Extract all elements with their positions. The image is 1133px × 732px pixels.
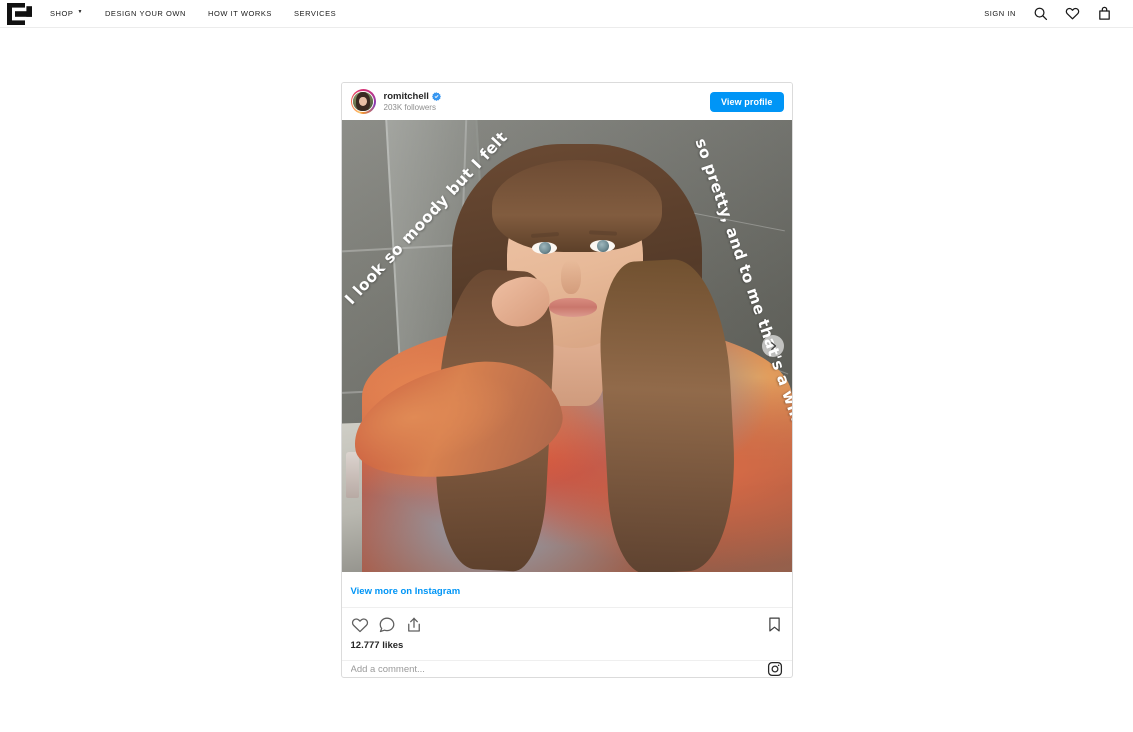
embed-media[interactable]: I look so moody but I felt so pretty, an…	[341, 120, 792, 572]
header-utility-nav: SIGN IN	[984, 6, 1112, 21]
add-comment-input[interactable]	[350, 663, 767, 675]
lips	[548, 298, 597, 317]
page-body: romitchell 203K followers View profile I…	[0, 28, 1133, 731]
embed-actions-left	[351, 616, 766, 634]
account-username[interactable]: romitchell	[384, 91, 429, 102]
bookmark-icon[interactable]	[766, 616, 783, 633]
site-header: SHOP ▼ DESIGN YOUR OWN HOW IT WORKS SERV…	[0, 0, 1133, 28]
primary-navigation: SHOP ▼ DESIGN YOUR OWN HOW IT WORKS SERV…	[50, 9, 984, 18]
search-icon[interactable]	[1033, 6, 1048, 21]
embed-header: romitchell 203K followers View profile	[341, 83, 792, 120]
nav-item-design-your-own[interactable]: DESIGN YOUR OWN	[105, 9, 186, 18]
hair-strand-right	[595, 256, 740, 572]
avatar-image	[352, 90, 374, 113]
embed-account-info: romitchell 203K followers	[384, 91, 710, 113]
nose	[560, 260, 581, 294]
nav-item-shop-label: SHOP	[50, 9, 74, 18]
carousel-next-button[interactable]	[761, 335, 784, 357]
nav-item-services-label: SERVICES	[293, 9, 337, 18]
nav-item-services[interactable]: SERVICES	[294, 9, 336, 18]
view-profile-button[interactable]: View profile	[709, 91, 784, 112]
avatar-face	[359, 96, 367, 106]
verified-badge-icon	[431, 91, 441, 101]
photo-subject	[342, 120, 792, 572]
sign-in-link[interactable]: SIGN IN	[984, 9, 1016, 18]
avatar[interactable]	[350, 89, 376, 114]
iris-left	[538, 242, 551, 254]
add-comment-row	[341, 660, 792, 677]
brand-logo-e[interactable]	[6, 2, 32, 25]
instagram-embed-card: romitchell 203K followers View profile I…	[340, 82, 793, 678]
username-row: romitchell	[384, 91, 710, 102]
view-more-row: View more on Instagram	[341, 572, 792, 608]
comment-bubble-icon[interactable]	[378, 616, 396, 634]
like-count: 12.777 likes	[350, 640, 404, 651]
nav-item-design-your-own-label: DESIGN YOUR OWN	[104, 9, 187, 18]
embed-actions-row	[342, 608, 792, 634]
follower-count: 203K followers	[383, 102, 436, 112]
share-icon[interactable]	[405, 616, 423, 634]
chevron-down-icon: ▼	[77, 9, 83, 15]
bangs	[491, 160, 662, 252]
heart-icon[interactable]	[1065, 6, 1080, 21]
shopping-bag-icon[interactable]	[1097, 6, 1112, 21]
iris-right	[596, 240, 609, 252]
instagram-glyph-icon[interactable]	[767, 661, 783, 677]
view-more-on-instagram-link[interactable]: View more on Instagram	[351, 586, 461, 597]
nav-item-how-it-works[interactable]: HOW IT WORKS	[208, 9, 272, 18]
like-heart-icon[interactable]	[351, 616, 369, 634]
nav-item-how-it-works-label: HOW IT WORKS	[208, 9, 272, 18]
nav-item-shop[interactable]: SHOP ▼	[50, 9, 83, 18]
